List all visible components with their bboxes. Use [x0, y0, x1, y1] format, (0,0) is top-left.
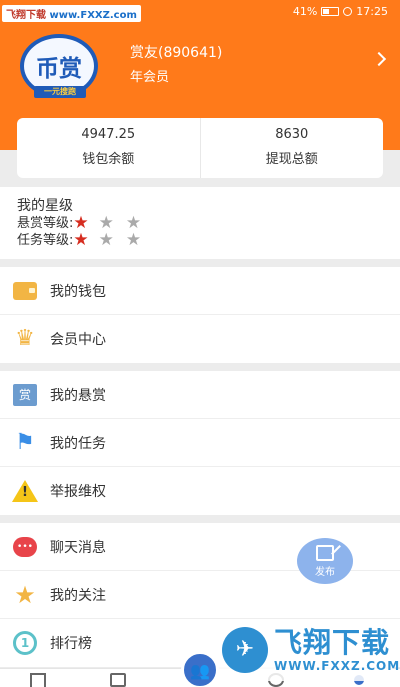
reward-badge-icon: 赏 — [12, 382, 38, 408]
chat-bubble-icon: ••• — [12, 534, 38, 560]
menu-item-label: 我的任务 — [50, 435, 106, 452]
warning-icon: ! — [12, 478, 38, 504]
medal-icon: 1 — [12, 630, 38, 656]
crown-icon: ♛ — [15, 326, 35, 351]
alarm-icon — [343, 7, 353, 16]
menu-item-label: 排行榜 — [50, 636, 92, 652]
status-bar: 飞翔下载 www.FXXZ.com 41% 17:25 — [0, 0, 400, 24]
home-tab-icon[interactable] — [30, 673, 46, 687]
star-empty-icon: ★ — [98, 229, 114, 250]
menu-item-wallet[interactable]: 我的钱包 — [0, 267, 400, 315]
watermark-logo-mark: ✈ — [222, 627, 268, 673]
menu-item-label: 会员中心 — [50, 332, 106, 348]
avatar[interactable]: 币赏 一元搜跑 — [20, 34, 100, 100]
withdraw-total-label: 提现总额 — [265, 152, 318, 167]
watermark-logo: ✈ 飞翔下载 WWW.FXXZ.COM — [218, 619, 399, 681]
menu-item-my-rewards[interactable]: 赏 我的悬赏 — [0, 371, 400, 419]
wallet-balance-label: 钱包余额 — [82, 152, 135, 167]
clock: 17:25 — [356, 5, 388, 18]
flag-icon: ⚑ — [15, 429, 35, 455]
reward-level-label: 悬赏等级: — [17, 216, 74, 231]
withdraw-total-stat[interactable]: 8630 提现总额 — [199, 118, 384, 178]
watermark-name: 飞翔下载 — [6, 10, 46, 21]
wallet-balance-stat[interactable]: 4947.25 钱包余额 — [17, 118, 200, 178]
menu-item-my-tasks[interactable]: ⚑ 我的任务 — [0, 419, 400, 467]
menu-item-member-center[interactable]: ♛ 会员中心 — [0, 315, 400, 363]
star-rating-section: 我的星级 悬赏等级: ★ ★ ★ 任务等级: ★ ★ ★ — [0, 187, 400, 259]
task-level-stars: ★ ★ ★ — [73, 229, 153, 250]
membership-level: 年会员 — [130, 70, 170, 85]
publish-label: 发布 — [315, 566, 335, 578]
watermark-badge: 飞翔下载 www.FXXZ.com — [2, 5, 141, 22]
menu-item-label: 举报维权 — [50, 484, 106, 500]
menu-item-label: 聊天消息 — [50, 539, 106, 556]
watermark-url-text: WWW.FXXZ.COM — [274, 659, 400, 673]
stats-card: 4947.25 钱包余额 8630 提现总额 — [17, 118, 383, 178]
star-filled-icon: ★ — [73, 229, 89, 250]
withdraw-total-value: 8630 — [275, 127, 309, 142]
star-empty-icon: ★ — [125, 229, 142, 250]
menu-item-report[interactable]: ! 举报维权 — [0, 467, 400, 515]
avatar-ribbon: 一元搜跑 — [34, 86, 86, 98]
publish-button[interactable]: 发布 — [297, 538, 353, 584]
user-name: 赏友(890641) — [130, 45, 223, 61]
menu-item-label: 我的关注 — [50, 587, 106, 604]
status-indicators: 41% 17:25 — [293, 5, 388, 18]
menu-item-label: 我的悬赏 — [50, 387, 106, 404]
edit-icon — [316, 544, 334, 561]
menu-group-finance: 我的钱包 ♛ 会员中心 — [0, 267, 400, 363]
menu-item-label: 我的钱包 — [50, 283, 106, 300]
wallet-balance-value: 4947.25 — [81, 127, 136, 142]
rating-title: 我的星级 — [17, 198, 73, 214]
star-icon: ★ — [14, 580, 36, 609]
community-tab-icon[interactable]: 👥 — [181, 651, 219, 687]
watermark-url: www.FXXZ.com — [49, 10, 137, 21]
task-level-row: 任务等级: ★ ★ ★ — [17, 229, 400, 250]
menu-group-tasks: 赏 我的悬赏 ⚑ 我的任务 ! 举报维权 — [0, 371, 400, 515]
watermark-text: 飞翔下载 — [274, 626, 391, 659]
wallet-icon — [12, 278, 38, 304]
battery-percent: 41% — [292, 5, 318, 18]
task-level-label: 任务等级: — [17, 233, 74, 248]
document-tab-icon[interactable] — [110, 673, 126, 687]
battery-icon — [321, 7, 340, 16]
